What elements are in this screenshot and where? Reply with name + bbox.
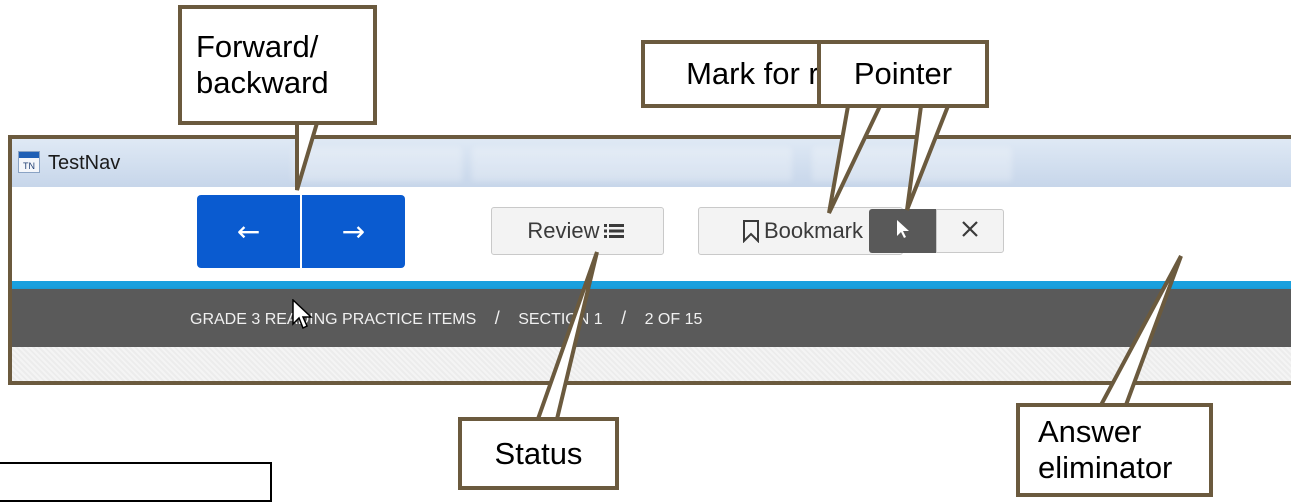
breadcrumb-separator: /	[621, 308, 627, 328]
bookmark-icon	[742, 219, 760, 243]
forward-button[interactable]: →	[302, 195, 405, 268]
callout-status: Status	[458, 417, 619, 490]
logo-text: TN	[23, 161, 35, 171]
callout-forward-backward: Forward/ backward	[178, 5, 377, 125]
review-label: Review	[527, 218, 600, 243]
bookmark-label: Bookmark	[763, 218, 864, 243]
close-icon	[960, 219, 980, 244]
breadcrumb-position: 2 OF 15	[644, 311, 703, 328]
mouse-cursor-icon	[292, 298, 314, 336]
back-button[interactable]: ←	[197, 195, 300, 268]
pointer-icon	[896, 219, 910, 244]
background-tab	[812, 147, 1012, 181]
content-area	[12, 347, 1291, 381]
pointer-button[interactable]	[869, 209, 936, 253]
callout-pointer: Pointer	[817, 40, 989, 108]
arrow-left-icon: ←	[236, 215, 261, 248]
breadcrumb-separator: /	[494, 308, 500, 328]
breadcrumb: GRADE 3 READING PRACTICE ITEMS / SECTION…	[190, 289, 702, 347]
toolbar: ← → Review Bookmark	[12, 187, 1291, 281]
app-logo: TN	[18, 151, 40, 173]
window-title: TestNav	[48, 152, 121, 174]
background-tab	[472, 147, 792, 181]
callout-answer-eliminator: Answer eliminator	[1016, 403, 1213, 497]
breadcrumb-test: GRADE 3 READING PRACTICE ITEMS	[190, 311, 477, 328]
arrow-right-icon: →	[341, 215, 366, 248]
breadcrumb-section: SECTION 1	[518, 311, 603, 328]
background-tab	[292, 147, 462, 181]
answer-eliminator-button[interactable]	[936, 209, 1004, 253]
title-bar: TN TestNav	[12, 139, 1291, 187]
review-button[interactable]: Review	[491, 207, 664, 255]
list-icon	[603, 223, 624, 239]
bottom-outline-box	[0, 462, 272, 502]
breadcrumb-bar: GRADE 3 READING PRACTICE ITEMS / SECTION…	[12, 289, 1291, 347]
app-window: TN TestNav ← → Review Bookmark GRADE 3 R…	[8, 135, 1291, 385]
accent-band	[12, 281, 1291, 289]
logo-band	[19, 152, 39, 158]
